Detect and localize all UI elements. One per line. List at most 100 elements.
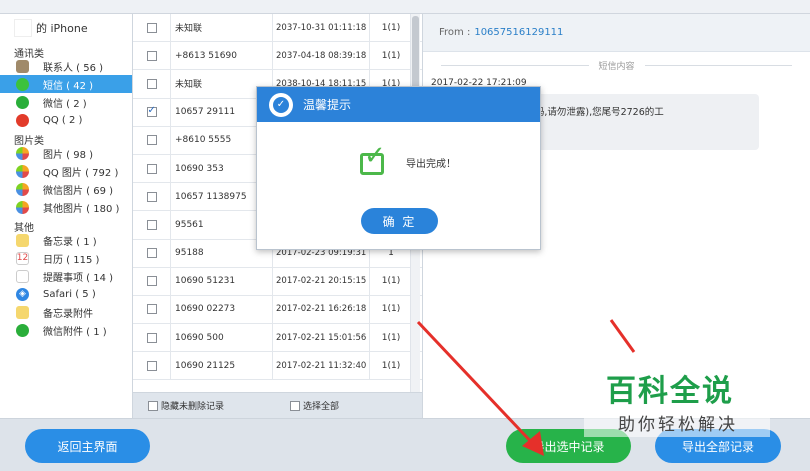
dialog-title: 温馨提示 — [303, 98, 352, 112]
row-number: 未知联 — [171, 14, 273, 42]
row-checkbox[interactable] — [146, 22, 157, 33]
row-number: 10690 02273 — [171, 295, 273, 324]
row-checkbox[interactable] — [146, 248, 157, 259]
hide-deleted-label: 隐藏未删除记录 — [161, 402, 225, 412]
row-time: 2017-02-21 11:32:40 — [273, 352, 370, 380]
row-count: 1(1) — [381, 22, 401, 33]
sidebar-item-notes[interactable]: 备忘录 ( 1 ) — [0, 231, 132, 249]
sidebar-item-label: 备忘录附件 — [43, 308, 93, 320]
watermark-title: 百科全说 — [606, 374, 734, 409]
sms-icon — [16, 77, 29, 91]
table-row[interactable]: +8613 51690 2037-04-18 08:39:18 1(1) — [133, 42, 422, 71]
other-photo-icon — [16, 200, 29, 214]
wechat-icon — [16, 95, 29, 109]
sidebar-item-reminders[interactable]: 提醒事项 ( 14 ) — [0, 267, 132, 285]
note-icon — [16, 233, 29, 247]
row-checkbox[interactable] — [146, 304, 157, 315]
row-checkbox[interactable] — [146, 163, 157, 174]
sidebar-item-label: 微信附件 ( 1 ) — [43, 326, 107, 338]
sidebar-item-label: QQ 图片 ( 792 ) — [43, 167, 119, 179]
reminder-icon — [16, 269, 29, 283]
row-count: 1(1) — [381, 276, 401, 287]
hide-deleted-toggle[interactable]: 隐藏未删除记录 — [148, 399, 224, 412]
dialog-ok-button[interactable]: 确 定 — [361, 208, 438, 234]
sidebar-item-qq-photos[interactable]: QQ 图片 ( 792 ) — [0, 162, 132, 180]
device-label[interactable]: 的 iPhone — [0, 14, 132, 42]
hide-deleted-checkbox[interactable] — [148, 400, 158, 411]
dialog-header: ✓ 温馨提示 — [257, 87, 540, 122]
sidebar-item-label: Safari ( 5 ) — [43, 288, 96, 300]
dialog-body: ✓ 导出完成！ — [360, 141, 456, 177]
safari-icon: ◈ — [16, 287, 29, 301]
category-other: 其他 — [14, 223, 34, 234]
sidebar-item-safari[interactable]: ◈ Safari ( 5 ) — [0, 285, 132, 303]
row-count: 1(1) — [381, 304, 401, 315]
table-row[interactable]: 10690 500 2017-02-21 15:01:56 1(1) — [133, 324, 422, 353]
row-number: 10690 500 — [171, 324, 273, 352]
sidebar-item-photos[interactable]: 图片 ( 98 ) — [0, 144, 132, 162]
from-number: 10657516129111 — [474, 27, 564, 38]
divider-label: 短信内容 — [598, 61, 635, 72]
sidebar-item-sms[interactable]: 短信 ( 42 ) — [0, 75, 132, 93]
table-row[interactable]: 10690 51231 2017-02-21 20:15:15 1(1) — [133, 267, 422, 296]
row-number: 10690 21125 — [171, 352, 273, 380]
table-row[interactable]: 10690 02273 2017-02-21 16:26:18 1(1) — [133, 295, 422, 325]
sidebar: 的 iPhone 通讯类 联系人 ( 56 ) 短信 ( 42 ) 微信 ( 2… — [0, 14, 133, 418]
row-time: 2017-02-21 15:01:56 — [273, 324, 370, 352]
content-divider: 短信内容 — [431, 58, 802, 72]
table-row[interactable]: 未知联 2037-10-31 01:11:18 1(1) — [133, 14, 422, 43]
row-checkbox[interactable] — [146, 191, 157, 202]
row-time: 2017-02-21 16:26:18 — [273, 295, 370, 324]
photo-icon — [16, 146, 29, 160]
sidebar-item-label: QQ ( 2 ) — [43, 114, 83, 126]
sidebar-item-label: 其他图片 ( 180 ) — [43, 203, 120, 215]
row-checkbox[interactable] — [146, 360, 157, 371]
category-communication: 通讯类 — [14, 49, 44, 60]
row-checkbox[interactable] — [146, 50, 157, 61]
row-time: 2017-02-21 20:15:15 — [273, 267, 370, 295]
wechat-photo-icon — [16, 182, 29, 196]
category-images: 图片类 — [14, 136, 44, 147]
sidebar-item-wechat[interactable]: 微信 ( 2 ) — [0, 93, 132, 111]
sidebar-item-wechat-photos[interactable]: 微信图片 ( 69 ) — [0, 180, 132, 198]
row-number: +8613 51690 — [171, 42, 273, 70]
row-time: 2037-04-18 08:39:18 — [273, 42, 370, 70]
device-avatar — [14, 19, 32, 37]
back-home-button[interactable]: 返回主界面 — [25, 429, 150, 463]
app-logo-icon: ✓ — [269, 92, 293, 117]
row-checkbox[interactable] — [146, 332, 157, 343]
sidebar-item-label: 提醒事项 ( 14 ) — [43, 272, 114, 284]
wechat-attachment-icon — [16, 323, 29, 337]
sidebar-item-label: 微信图片 ( 69 ) — [43, 185, 114, 197]
sidebar-item-qq[interactable]: QQ ( 2 ) — [0, 111, 132, 129]
row-time: 2037-10-31 01:11:18 — [273, 14, 370, 42]
sidebar-item-contacts[interactable]: 联系人 ( 56 ) — [0, 57, 132, 75]
dialog-message: 导出完成！ — [406, 158, 456, 170]
table-row[interactable]: 10690 21125 2017-02-21 11:32:40 1(1) — [133, 352, 422, 381]
sidebar-item-label: 备忘录 ( 1 ) — [43, 236, 97, 248]
row-count: 1(1) — [381, 50, 401, 61]
list-footer: 隐藏未删除记录 选择全部 — [133, 392, 422, 418]
watermark-subtitle: 助你轻松解决 — [618, 415, 738, 435]
row-checkbox[interactable] — [146, 219, 157, 230]
from-header: From :10657516129111 — [423, 14, 810, 52]
sidebar-item-label: 图片 ( 98 ) — [43, 149, 94, 161]
top-strip — [0, 0, 810, 14]
row-count: 1(1) — [381, 332, 401, 343]
row-checkbox[interactable] — [146, 105, 157, 118]
from-label: From : — [439, 27, 471, 38]
sidebar-item-other-photos[interactable]: 其他图片 ( 180 ) — [0, 198, 132, 216]
contacts-icon — [16, 59, 29, 73]
row-checkbox[interactable] — [146, 78, 157, 89]
row-checkbox[interactable] — [146, 135, 157, 146]
sidebar-item-label: 日历 ( 115 ) — [43, 254, 100, 266]
select-all-checkbox[interactable] — [290, 400, 301, 411]
qq-icon — [16, 113, 29, 127]
sidebar-item-note-attachments[interactable]: 备忘录附件 — [0, 303, 132, 321]
row-checkbox[interactable] — [146, 276, 157, 287]
sidebar-item-calendar[interactable]: 12 日历 ( 115 ) — [0, 249, 132, 267]
sidebar-item-wechat-attachments[interactable]: 微信附件 ( 1 ) — [0, 321, 132, 339]
select-all-toggle[interactable]: 选择全部 — [290, 399, 339, 412]
calendar-icon: 12 — [16, 251, 29, 265]
notice-dialog: ✓ 温馨提示 ✓ 导出完成！ 确 定 — [256, 86, 541, 250]
